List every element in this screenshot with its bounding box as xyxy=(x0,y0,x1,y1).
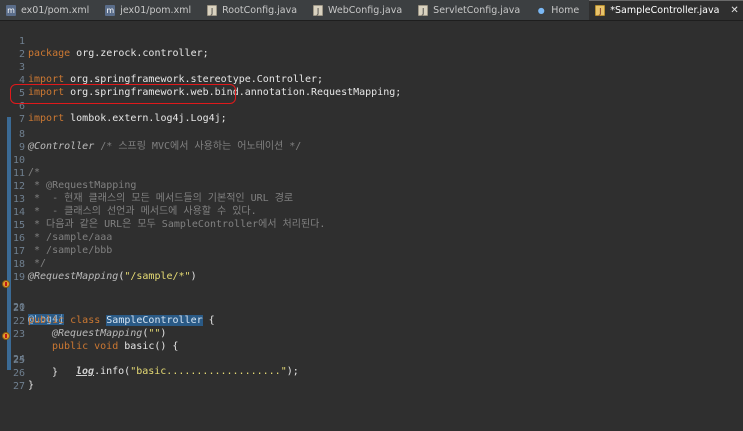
code-line: 24 log.info("basic..................."); xyxy=(0,330,299,377)
code-line: 5 xyxy=(0,76,36,99)
code-line: 23 public void basic() { xyxy=(0,317,179,352)
code-line: 27 xyxy=(0,369,36,392)
code-line: 25 } xyxy=(0,343,58,378)
field-reference: log xyxy=(76,366,95,377)
code-text: ); xyxy=(286,366,299,377)
code-text: } xyxy=(52,367,59,378)
comment: * @RequestMapping xyxy=(28,180,137,191)
annotation: @RequestMapping xyxy=(28,271,119,282)
string-literal: "/sample/*" xyxy=(124,271,191,282)
tab-label: ServletConfig.java xyxy=(433,4,521,16)
code-text: { xyxy=(202,315,215,326)
code-line: 22 @RequestMapping("") xyxy=(0,304,166,339)
xml-file-icon: m xyxy=(105,4,116,16)
comment: * /sample/aaa xyxy=(28,232,113,243)
code-text: org.springframework.stereotype.Controlle… xyxy=(64,74,324,85)
code-text: basic() { xyxy=(118,341,179,352)
code-text: org.springframework.web.bind.annotation.… xyxy=(64,87,402,98)
tab-label: jex01/pom.xml xyxy=(120,4,192,16)
comment: * /sample/bbb xyxy=(28,245,113,256)
java-file-icon: J xyxy=(313,4,324,16)
code-line: 3 import org.springframework.stereotype.… xyxy=(0,50,323,85)
code-line: 13 * - 클래스의 선언과 메서드에 사용할 수 있다. xyxy=(0,182,257,217)
code-text: lombok.extern.log4j.Log4j; xyxy=(64,113,227,124)
string-literal: "" xyxy=(148,328,161,339)
keyword: public class xyxy=(28,315,101,326)
comment: * - 클래스의 선언과 메서드에 사용할 수 있다. xyxy=(28,206,257,217)
annotation: @Controller xyxy=(28,141,95,152)
code-text: ) xyxy=(190,271,197,282)
comment: /* 스프링 MVC에서 사용하는 어노테이션 */ xyxy=(94,141,302,152)
comment: * 다음과 같은 URL은 모두 SampleController에서 처리된다… xyxy=(28,219,326,230)
code-line: 14 * 다음과 같은 URL은 모두 SampleController에서 처… xyxy=(0,195,325,230)
tab-label: ex01/pom.xml xyxy=(21,4,90,16)
code-line: 18 @RequestMapping("/sample/*") xyxy=(0,247,197,282)
annotation: @RequestMapping xyxy=(52,328,143,339)
code-line: 7 xyxy=(0,102,36,125)
code-line: 20 @Log4j xyxy=(0,278,65,325)
code-text: .info( xyxy=(94,366,131,377)
editor-tab-bar: m ex01/pom.xml m jex01/pom.xml J RootCon… xyxy=(0,0,743,21)
code-editor[interactable]: 1 package org.zerock.controller; 2 3 imp… xyxy=(0,21,743,431)
code-text: org.zerock.controller; xyxy=(70,48,209,59)
code-text: ) xyxy=(160,328,167,339)
xml-file-icon: m xyxy=(6,4,16,16)
code-line: 1 package org.zerock.controller; xyxy=(0,24,209,59)
tab-label: RootConfig.java xyxy=(222,4,298,16)
string-literal: "basic..................." xyxy=(130,366,287,377)
tab-label: *SampleController.java xyxy=(610,5,720,16)
class-name-highlight: SampleController xyxy=(106,315,203,326)
tab-samplecontroller[interactable]: J *SampleController.java ✕ xyxy=(589,0,743,20)
keyword: public void xyxy=(52,341,119,352)
warning-marker-icon[interactable] xyxy=(2,332,10,340)
globe-icon: ● xyxy=(537,5,545,15)
tab-webconfig[interactable]: J WebConfig.java xyxy=(307,0,412,20)
tab-rootconfig[interactable]: J RootConfig.java xyxy=(201,0,307,20)
code-line: 17 */ xyxy=(0,234,46,269)
code-line: 21 public class SampleController { xyxy=(0,291,215,326)
code-line: 26 } xyxy=(0,356,36,391)
tab-label: Home xyxy=(551,4,580,16)
java-file-icon: J xyxy=(595,5,606,16)
code-line: 6 import lombok.extern.log4j.Log4j; xyxy=(0,89,227,124)
code-line: 19 xyxy=(0,260,36,283)
eclipse-editor-window: m ex01/pom.xml m jex01/pom.xml J RootCon… xyxy=(0,0,743,431)
comment: * - 현재 클래스의 모든 메서드들의 기본적인 URL 경로 xyxy=(28,193,294,204)
tab-home[interactable]: ● Home xyxy=(530,0,589,20)
code-line: 12 * - 현재 클래스의 모든 메서드들의 기본적인 URL 경로 xyxy=(0,169,293,204)
tab-ex01-pom[interactable]: m ex01/pom.xml xyxy=(0,0,99,20)
code-line: 4 import org.springframework.web.bind.an… xyxy=(0,63,401,98)
warning-marker-icon[interactable] xyxy=(2,280,10,288)
java-file-icon: J xyxy=(207,4,218,16)
code-line: 9 xyxy=(0,130,36,153)
line-number: 27 xyxy=(12,381,25,392)
code-line: 2 xyxy=(0,37,36,60)
tab-jex01-pom[interactable]: m jex01/pom.xml xyxy=(99,0,201,20)
code-line: 15 * /sample/aaa xyxy=(0,208,112,243)
code-line: 11 * @RequestMapping xyxy=(0,156,136,191)
code-line: 10 /* xyxy=(0,143,40,178)
tab-label: WebConfig.java xyxy=(328,4,403,16)
tab-servletconfig[interactable]: J ServletConfig.java xyxy=(412,0,530,20)
code-line: 8 @Controller /* 스프링 MVC에서 사용하는 어노테이션 */ xyxy=(0,117,301,152)
java-file-icon: J xyxy=(418,4,429,16)
code-line: 16 * /sample/bbb xyxy=(0,221,112,256)
close-icon[interactable]: ✕ xyxy=(730,5,738,16)
